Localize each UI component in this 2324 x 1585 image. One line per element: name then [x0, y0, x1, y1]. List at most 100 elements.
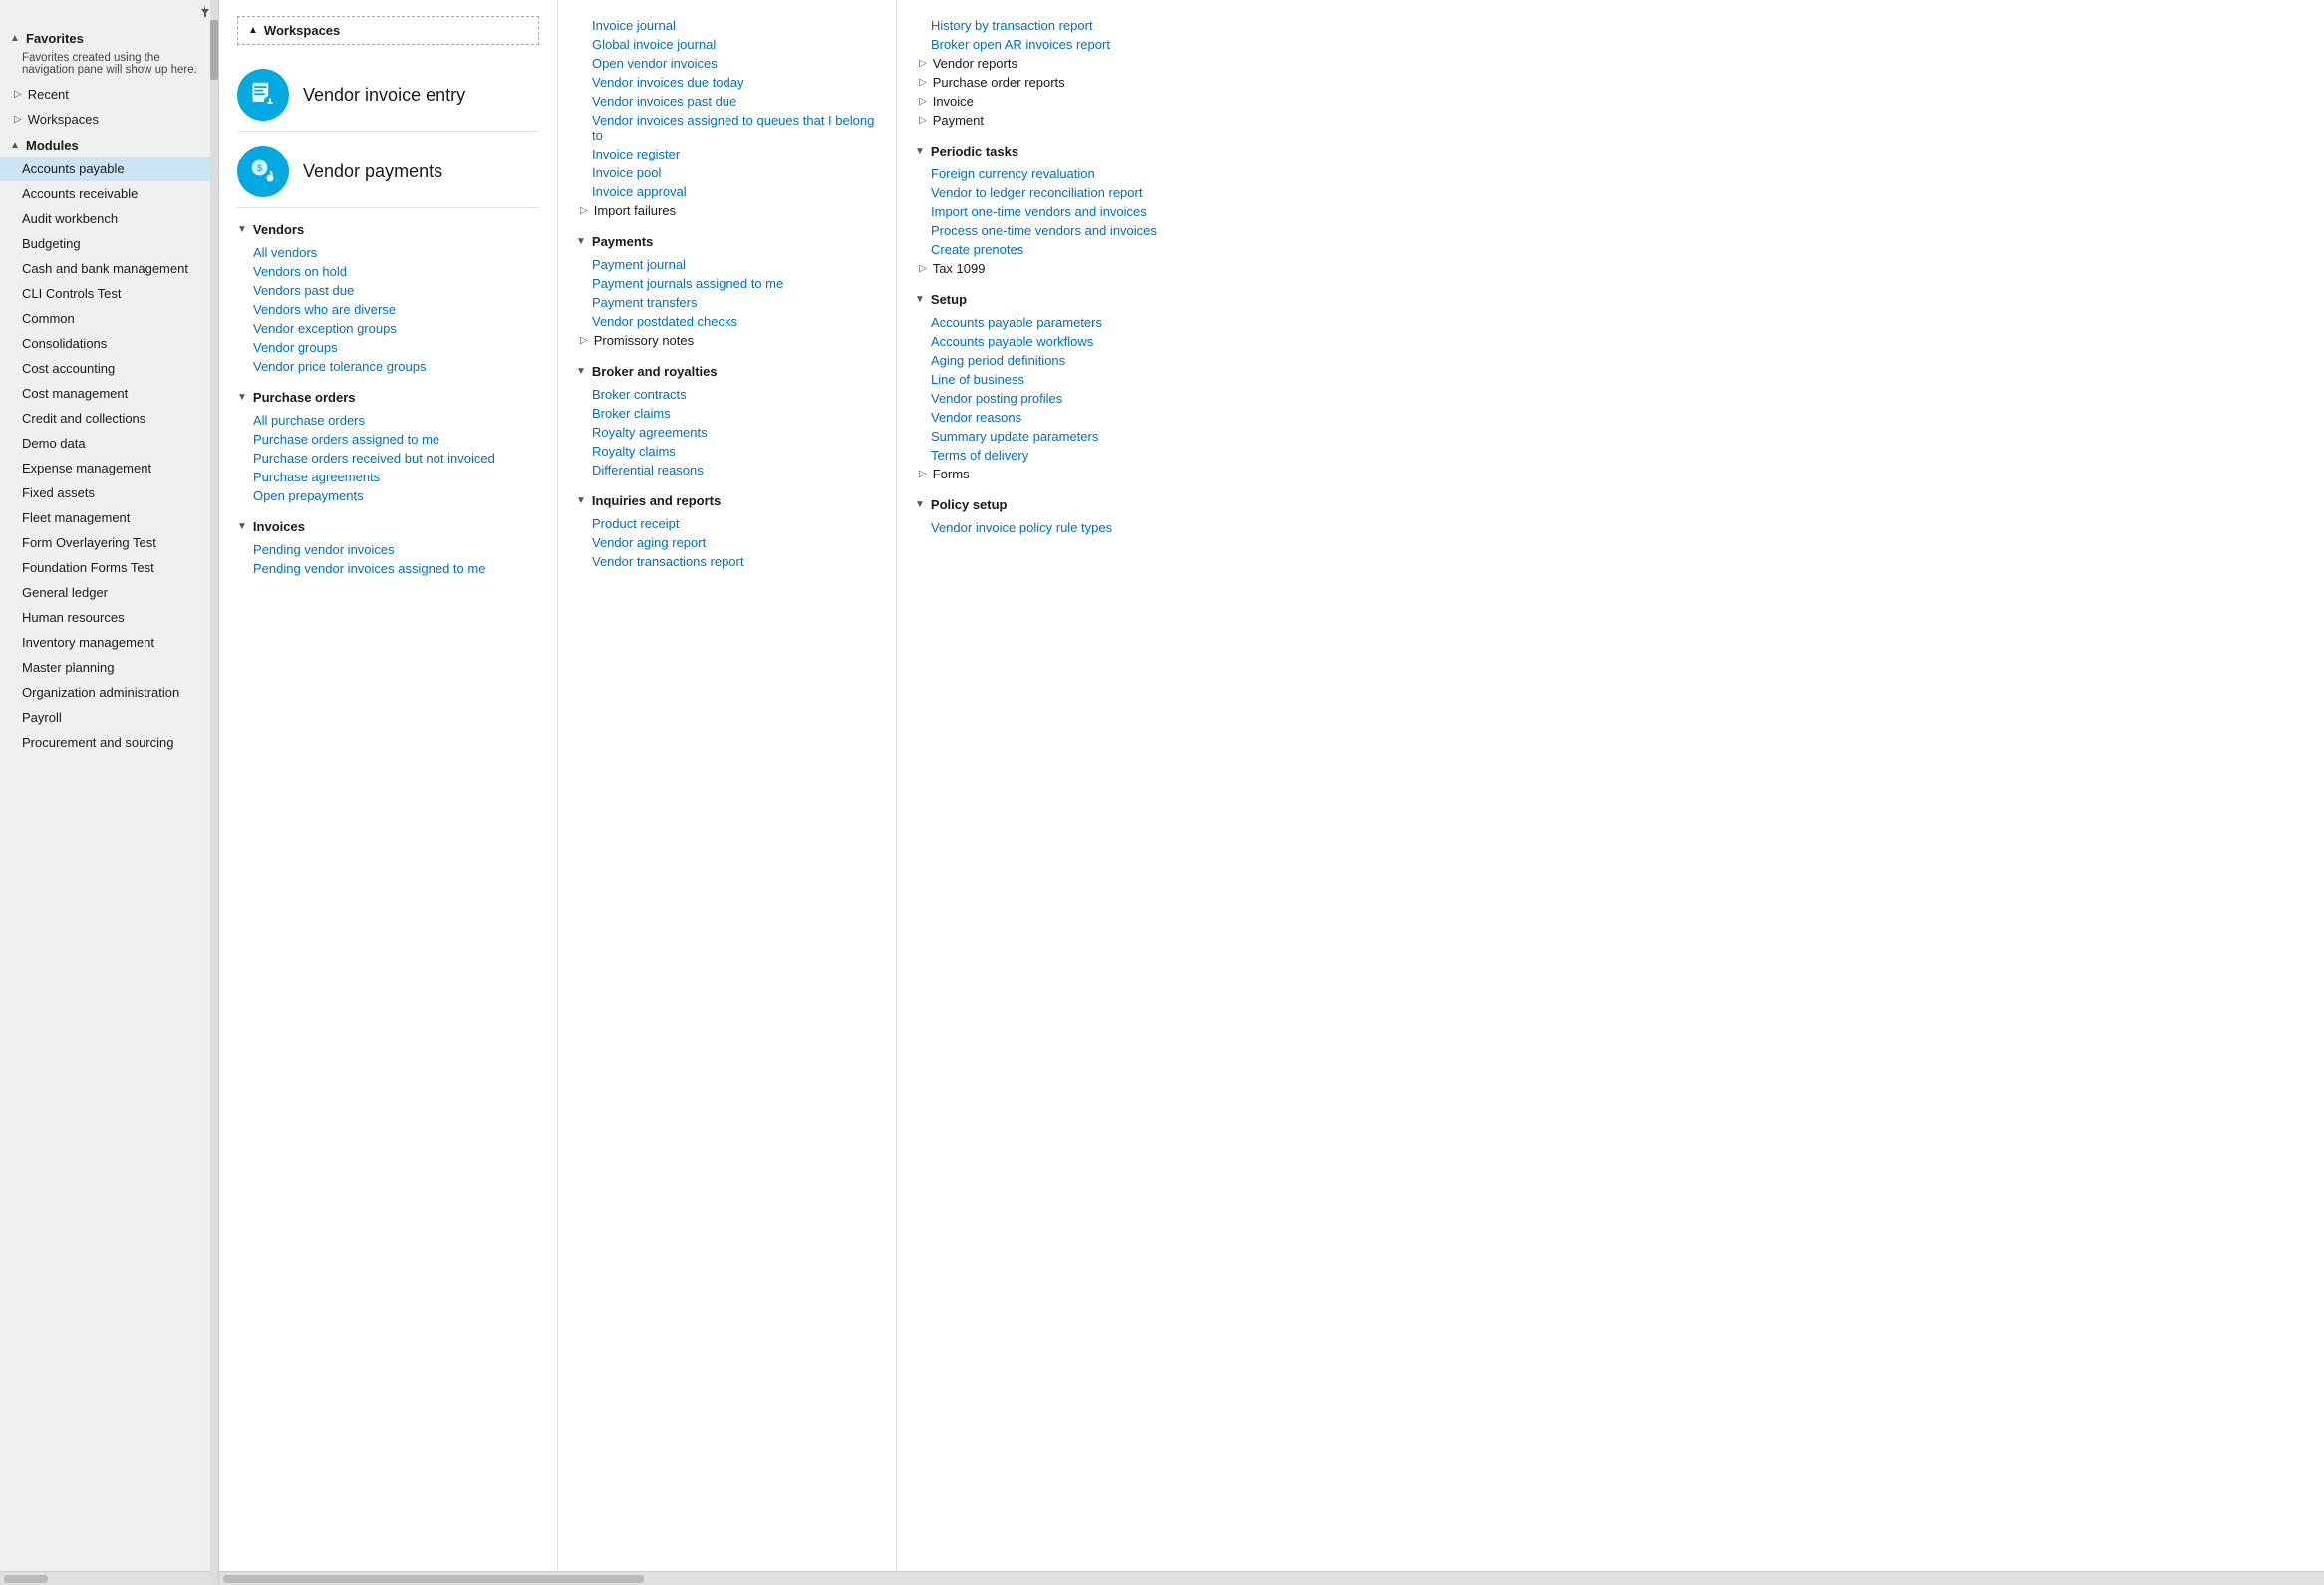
sidebar-item-accounts-payable[interactable]: Accounts payable — [0, 157, 218, 181]
link-broker-contracts[interactable]: Broker contracts — [576, 385, 878, 404]
sidebar-item-foundation-forms[interactable]: Foundation Forms Test — [0, 555, 218, 580]
link-payment-transfers[interactable]: Payment transfers — [576, 293, 878, 312]
link-ap-parameters[interactable]: Accounts payable parameters — [915, 313, 2306, 332]
link-import-one-time-vendors[interactable]: Import one-time vendors and invoices — [915, 202, 2306, 221]
link-vendor-invoices-assigned-queues[interactable]: Vendor invoices assigned to queues that … — [576, 111, 878, 145]
link-all-purchase-orders[interactable]: All purchase orders — [237, 411, 539, 430]
sidebar-section-recent[interactable]: ▷ Recent — [0, 82, 218, 107]
link-vendor-ledger-reconciliation[interactable]: Vendor to ledger reconciliation report — [915, 183, 2306, 202]
purchase-orders-section-header[interactable]: ▼ Purchase orders — [237, 390, 539, 405]
link-foreign-currency-revaluation[interactable]: Foreign currency revaluation — [915, 164, 2306, 183]
broker-royalties-section-header[interactable]: ▼ Broker and royalties — [576, 364, 878, 379]
link-vendors-past-due[interactable]: Vendors past due — [237, 281, 539, 300]
link-vendor-groups[interactable]: Vendor groups — [237, 338, 539, 357]
tax-1099-header[interactable]: ▷ Tax 1099 — [915, 259, 2306, 278]
vendors-section-header[interactable]: ▼ Vendors — [237, 222, 539, 237]
promissory-notes-header[interactable]: ▷ Promissory notes — [576, 331, 878, 350]
link-purchase-agreements[interactable]: Purchase agreements — [237, 468, 539, 486]
link-differential-reasons[interactable]: Differential reasons — [576, 461, 878, 479]
link-open-vendor-invoices[interactable]: Open vendor invoices — [576, 54, 878, 73]
link-pending-vendor-invoices-assigned-me[interactable]: Pending vendor invoices assigned to me — [237, 559, 539, 578]
link-purchase-orders-received-not-invoiced[interactable]: Purchase orders received but not invoice… — [237, 449, 539, 468]
sidebar-item-payroll[interactable]: Payroll — [0, 705, 218, 730]
link-invoice-journal[interactable]: Invoice journal — [576, 16, 878, 35]
link-broker-claims[interactable]: Broker claims — [576, 404, 878, 423]
workspace-card-vendor-invoice[interactable]: Vendor invoice entry — [237, 59, 539, 132]
invoices-section-header[interactable]: ▼ Invoices — [237, 519, 539, 534]
sidebar-item-demo-data[interactable]: Demo data — [0, 431, 218, 456]
sidebar-item-form-overlayering[interactable]: Form Overlayering Test — [0, 530, 218, 555]
link-process-one-time-vendors[interactable]: Process one-time vendors and invoices — [915, 221, 2306, 240]
link-vendor-invoices-due-today[interactable]: Vendor invoices due today — [576, 73, 878, 92]
sidebar-item-credit-collections[interactable]: Credit and collections — [0, 406, 218, 431]
sidebar-horizontal-scrollbar[interactable] — [4, 1575, 48, 1583]
purchase-order-reports-header[interactable]: ▷ Purchase order reports — [915, 73, 2306, 92]
sidebar-item-common[interactable]: Common — [0, 306, 218, 331]
link-product-receipt[interactable]: Product receipt — [576, 514, 878, 533]
sidebar-item-inventory-management[interactable]: Inventory management — [0, 630, 218, 655]
link-payment-journal[interactable]: Payment journal — [576, 255, 878, 274]
link-royalty-claims[interactable]: Royalty claims — [576, 442, 878, 461]
vendor-reports-header[interactable]: ▷ Vendor reports — [915, 54, 2306, 73]
sidebar-item-accounts-receivable[interactable]: Accounts receivable — [0, 181, 218, 206]
link-vendor-posting-profiles[interactable]: Vendor posting profiles — [915, 389, 2306, 408]
sidebar-item-expense-management[interactable]: Expense management — [0, 456, 218, 480]
setup-section-header[interactable]: ▼ Setup — [915, 292, 2306, 307]
link-purchase-orders-assigned-me[interactable]: Purchase orders assigned to me — [237, 430, 539, 449]
sidebar-item-cost-accounting[interactable]: Cost accounting — [0, 356, 218, 381]
link-royalty-agreements[interactable]: Royalty agreements — [576, 423, 878, 442]
sidebar-item-general-ledger[interactable]: General ledger — [0, 580, 218, 605]
sidebar-item-procurement[interactable]: Procurement and sourcing — [0, 730, 218, 755]
link-vendor-aging-report[interactable]: Vendor aging report — [576, 533, 878, 552]
link-vendor-invoices-past-due[interactable]: Vendor invoices past due — [576, 92, 878, 111]
sidebar-section-favorites[interactable]: ▲ Favorites — [0, 25, 218, 50]
policy-setup-section-header[interactable]: ▼ Policy setup — [915, 497, 2306, 512]
link-summary-update-parameters[interactable]: Summary update parameters — [915, 427, 2306, 446]
link-vendor-transactions-report[interactable]: Vendor transactions report — [576, 552, 878, 571]
link-all-vendors[interactable]: All vendors — [237, 243, 539, 262]
link-invoice-approval[interactable]: Invoice approval — [576, 182, 878, 201]
link-ap-workflows[interactable]: Accounts payable workflows — [915, 332, 2306, 351]
link-payment-journals-assigned-me[interactable]: Payment journals assigned to me — [576, 274, 878, 293]
link-vendor-reasons[interactable]: Vendor reasons — [915, 408, 2306, 427]
link-vendor-exception-groups[interactable]: Vendor exception groups — [237, 319, 539, 338]
sidebar-item-audit-workbench[interactable]: Audit workbench — [0, 206, 218, 231]
sidebar-vertical-scrollbar[interactable] — [210, 0, 218, 1585]
workspace-card-vendor-payments[interactable]: $ Vendor payments — [237, 136, 539, 208]
link-broker-open-ar-invoices[interactable]: Broker open AR invoices report — [915, 35, 2306, 54]
sidebar-section-modules[interactable]: ▲ Modules — [0, 132, 218, 157]
payments-section-header[interactable]: ▼ Payments — [576, 234, 878, 249]
link-global-invoice-journal[interactable]: Global invoice journal — [576, 35, 878, 54]
periodic-tasks-section-header[interactable]: ▼ Periodic tasks — [915, 144, 2306, 158]
link-line-of-business[interactable]: Line of business — [915, 370, 2306, 389]
sidebar-item-cash-bank[interactable]: Cash and bank management — [0, 256, 218, 281]
link-history-by-transaction[interactable]: History by transaction report — [915, 16, 2306, 35]
link-aging-period-definitions[interactable]: Aging period definitions — [915, 351, 2306, 370]
main-horizontal-scrollbar[interactable] — [223, 1575, 644, 1583]
sidebar-item-cli-controls[interactable]: CLI Controls Test — [0, 281, 218, 306]
sidebar-item-consolidations[interactable]: Consolidations — [0, 331, 218, 356]
link-create-prenotes[interactable]: Create prenotes — [915, 240, 2306, 259]
link-open-prepayments[interactable]: Open prepayments — [237, 486, 539, 505]
link-vendors-on-hold[interactable]: Vendors on hold — [237, 262, 539, 281]
inquiries-reports-section-header[interactable]: ▼ Inquiries and reports — [576, 493, 878, 508]
sidebar-item-org-admin[interactable]: Organization administration — [0, 680, 218, 705]
sidebar-item-fleet-management[interactable]: Fleet management — [0, 505, 218, 530]
link-vendor-price-tolerance[interactable]: Vendor price tolerance groups — [237, 357, 539, 376]
invoice-col-header[interactable]: ▷ Invoice — [915, 92, 2306, 111]
sidebar-item-budgeting[interactable]: Budgeting — [0, 231, 218, 256]
link-invoice-register[interactable]: Invoice register — [576, 145, 878, 163]
sidebar-item-cost-management[interactable]: Cost management — [0, 381, 218, 406]
link-vendors-diverse[interactable]: Vendors who are diverse — [237, 300, 539, 319]
forms-col-header[interactable]: ▷ Forms — [915, 465, 2306, 483]
workspaces-section-header[interactable]: ▲ Workspaces — [237, 16, 539, 45]
link-vendor-invoice-policy-rule-types[interactable]: Vendor invoice policy rule types — [915, 518, 2306, 537]
import-failures-header[interactable]: ▷ Import failures — [576, 201, 878, 220]
sidebar-item-master-planning[interactable]: Master planning — [0, 655, 218, 680]
sidebar-item-human-resources[interactable]: Human resources — [0, 605, 218, 630]
payment-col-header[interactable]: ▷ Payment — [915, 111, 2306, 130]
link-invoice-pool[interactable]: Invoice pool — [576, 163, 878, 182]
link-pending-vendor-invoices[interactable]: Pending vendor invoices — [237, 540, 539, 559]
link-vendor-postdated-checks[interactable]: Vendor postdated checks — [576, 312, 878, 331]
sidebar-section-workspaces[interactable]: ▷ Workspaces — [0, 107, 218, 132]
